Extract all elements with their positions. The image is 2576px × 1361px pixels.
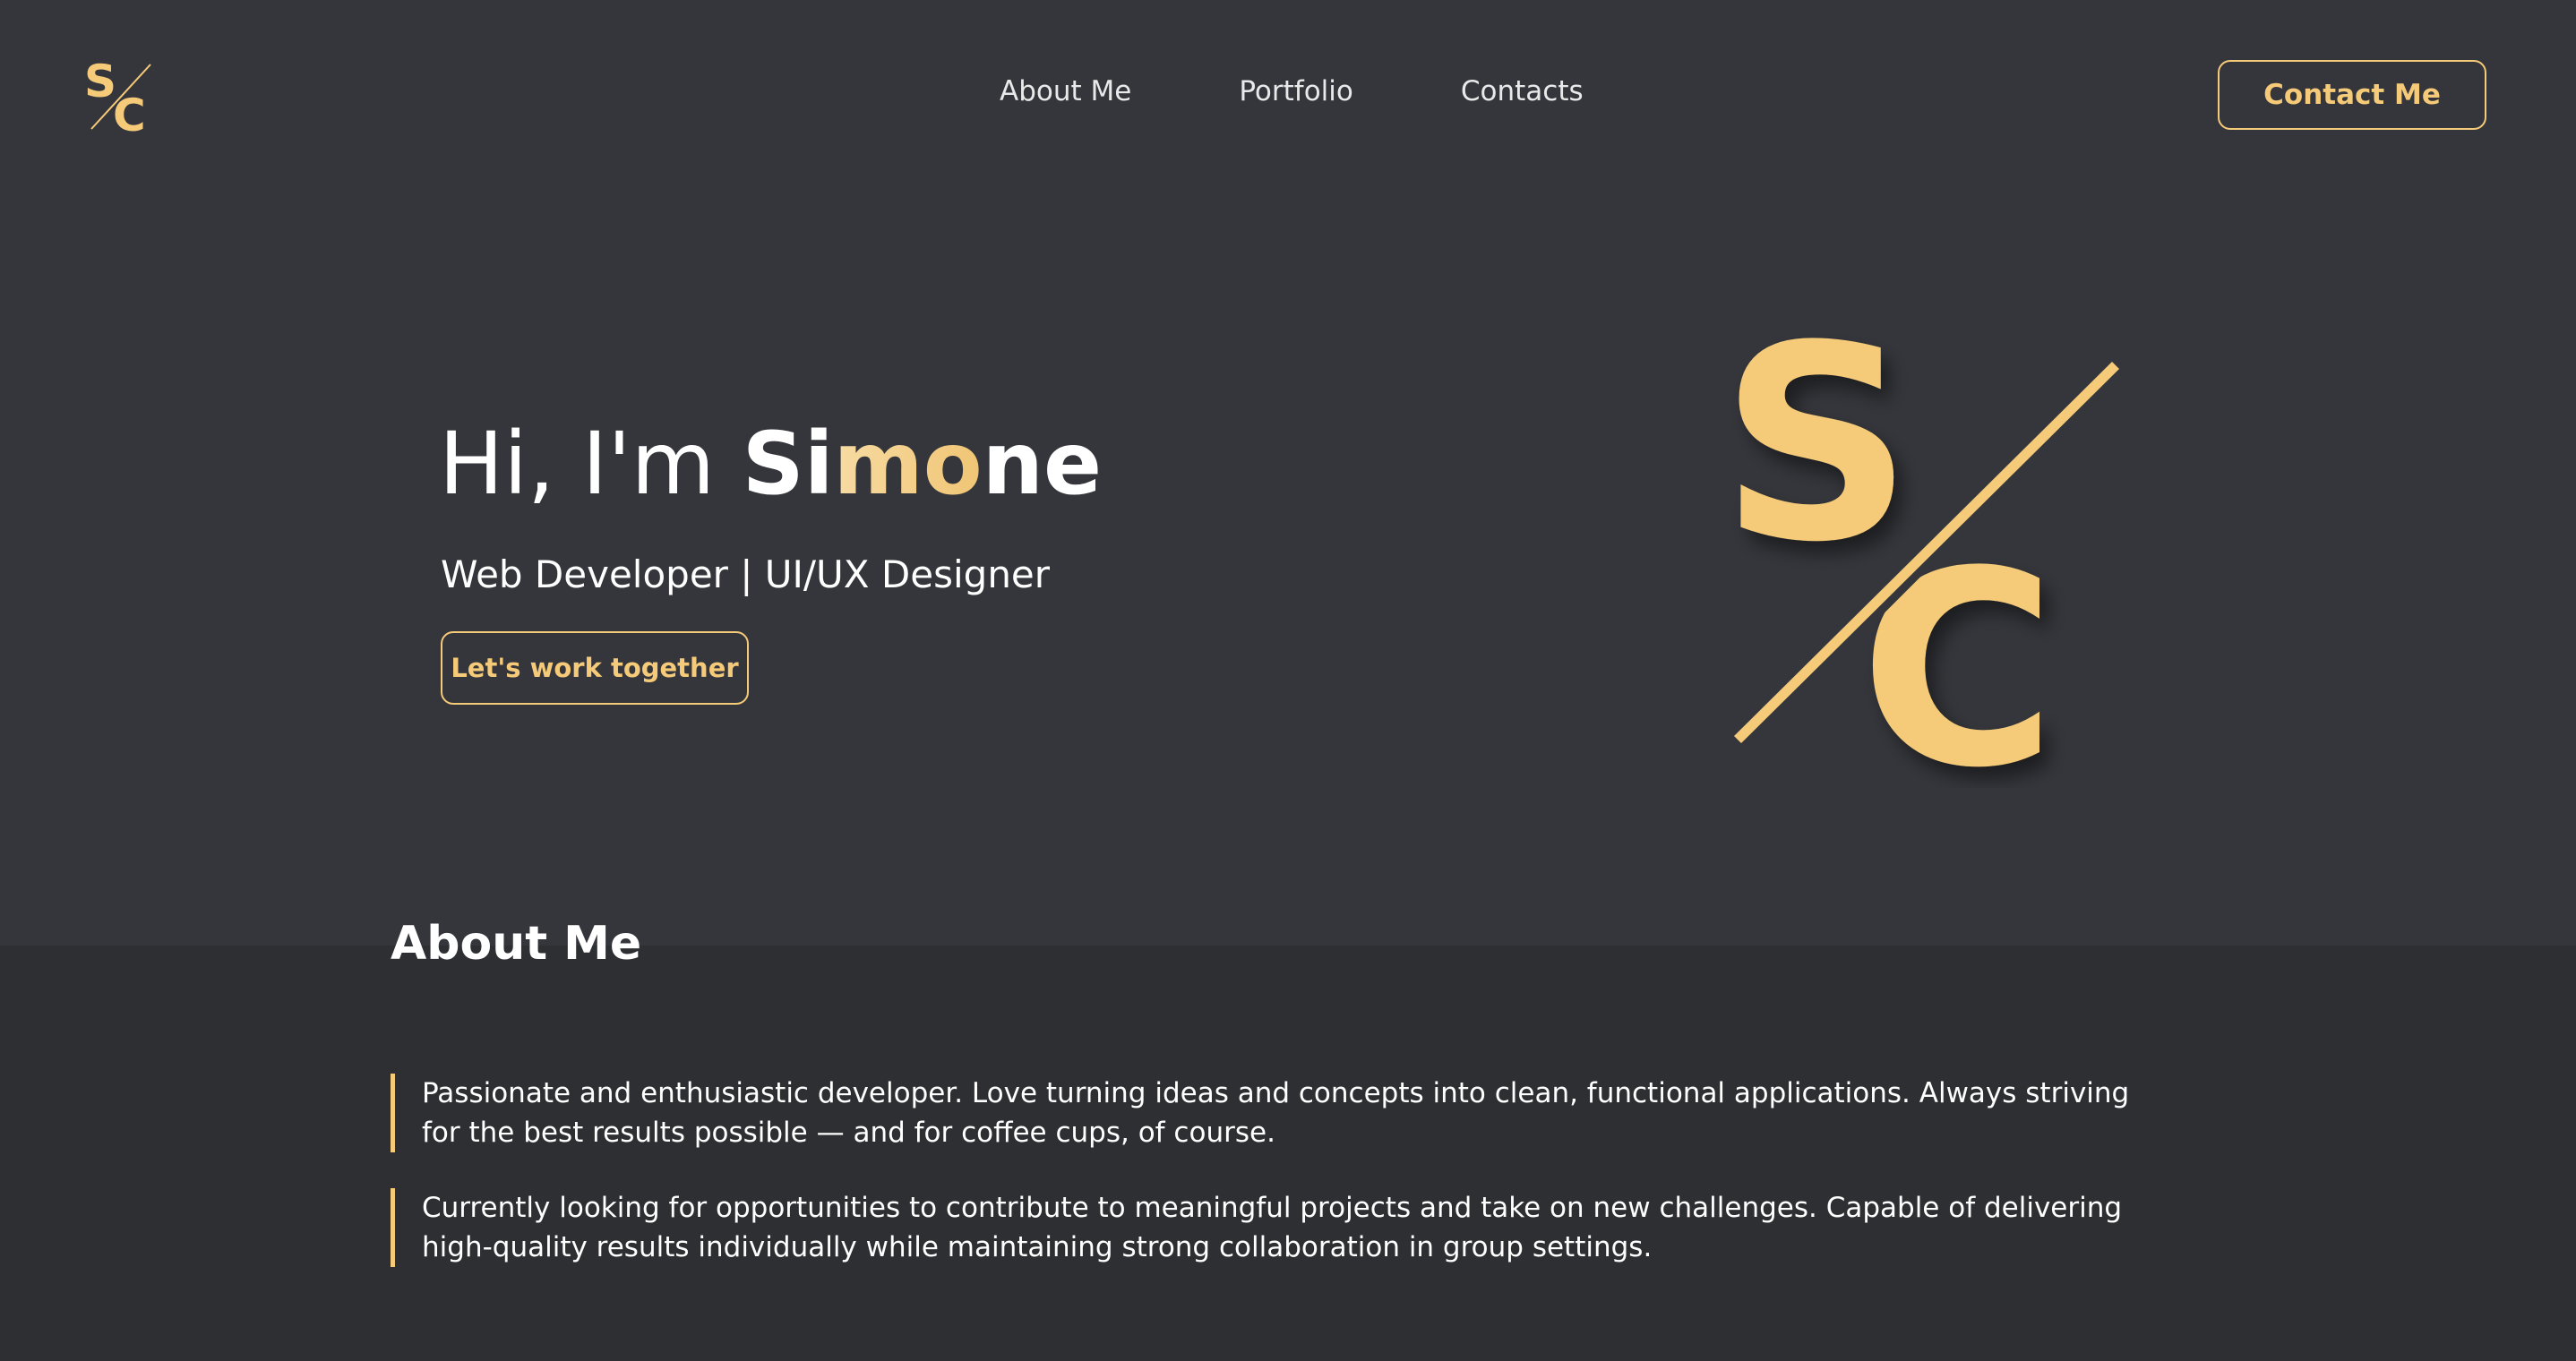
- hero-name-part-1: Si: [742, 414, 834, 514]
- hero-subtitle: Web Developer | UI/UX Designer: [441, 552, 1051, 596]
- top-navbar: S C About Me Portfolio Contacts Contact …: [0, 0, 2576, 192]
- svg-text:C: C: [1859, 514, 2057, 788]
- about-title: About Me: [391, 917, 642, 971]
- hero-name-part-3: ne: [982, 414, 1103, 514]
- nav-link-about-me[interactable]: About Me: [1000, 75, 1131, 107]
- hero-title: Hi, I'm Simone: [439, 410, 1102, 518]
- hero-name: Simone: [743, 414, 1102, 514]
- sc-monogram-icon: S C: [1720, 322, 2132, 788]
- about-section: [0, 946, 2576, 1361]
- sc-logo-icon[interactable]: S C: [82, 57, 156, 134]
- work-together-button[interactable]: Let's work together: [441, 631, 749, 705]
- svg-text:C: C: [113, 90, 146, 134]
- about-paragraph: Currently looking for opportunities to c…: [391, 1188, 2164, 1267]
- contact-me-button[interactable]: Contact Me: [2218, 60, 2486, 130]
- svg-text:S: S: [84, 57, 116, 107]
- main-nav: About Me Portfolio Contacts: [1000, 75, 1584, 107]
- nav-link-contacts[interactable]: Contacts: [1461, 75, 1584, 107]
- nav-link-portfolio[interactable]: Portfolio: [1239, 75, 1353, 107]
- hero-name-part-2: mo: [833, 414, 983, 514]
- about-paragraph: Passionate and enthusiastic developer. L…: [391, 1074, 2164, 1152]
- hero-greeting: Hi, I'm: [439, 414, 743, 514]
